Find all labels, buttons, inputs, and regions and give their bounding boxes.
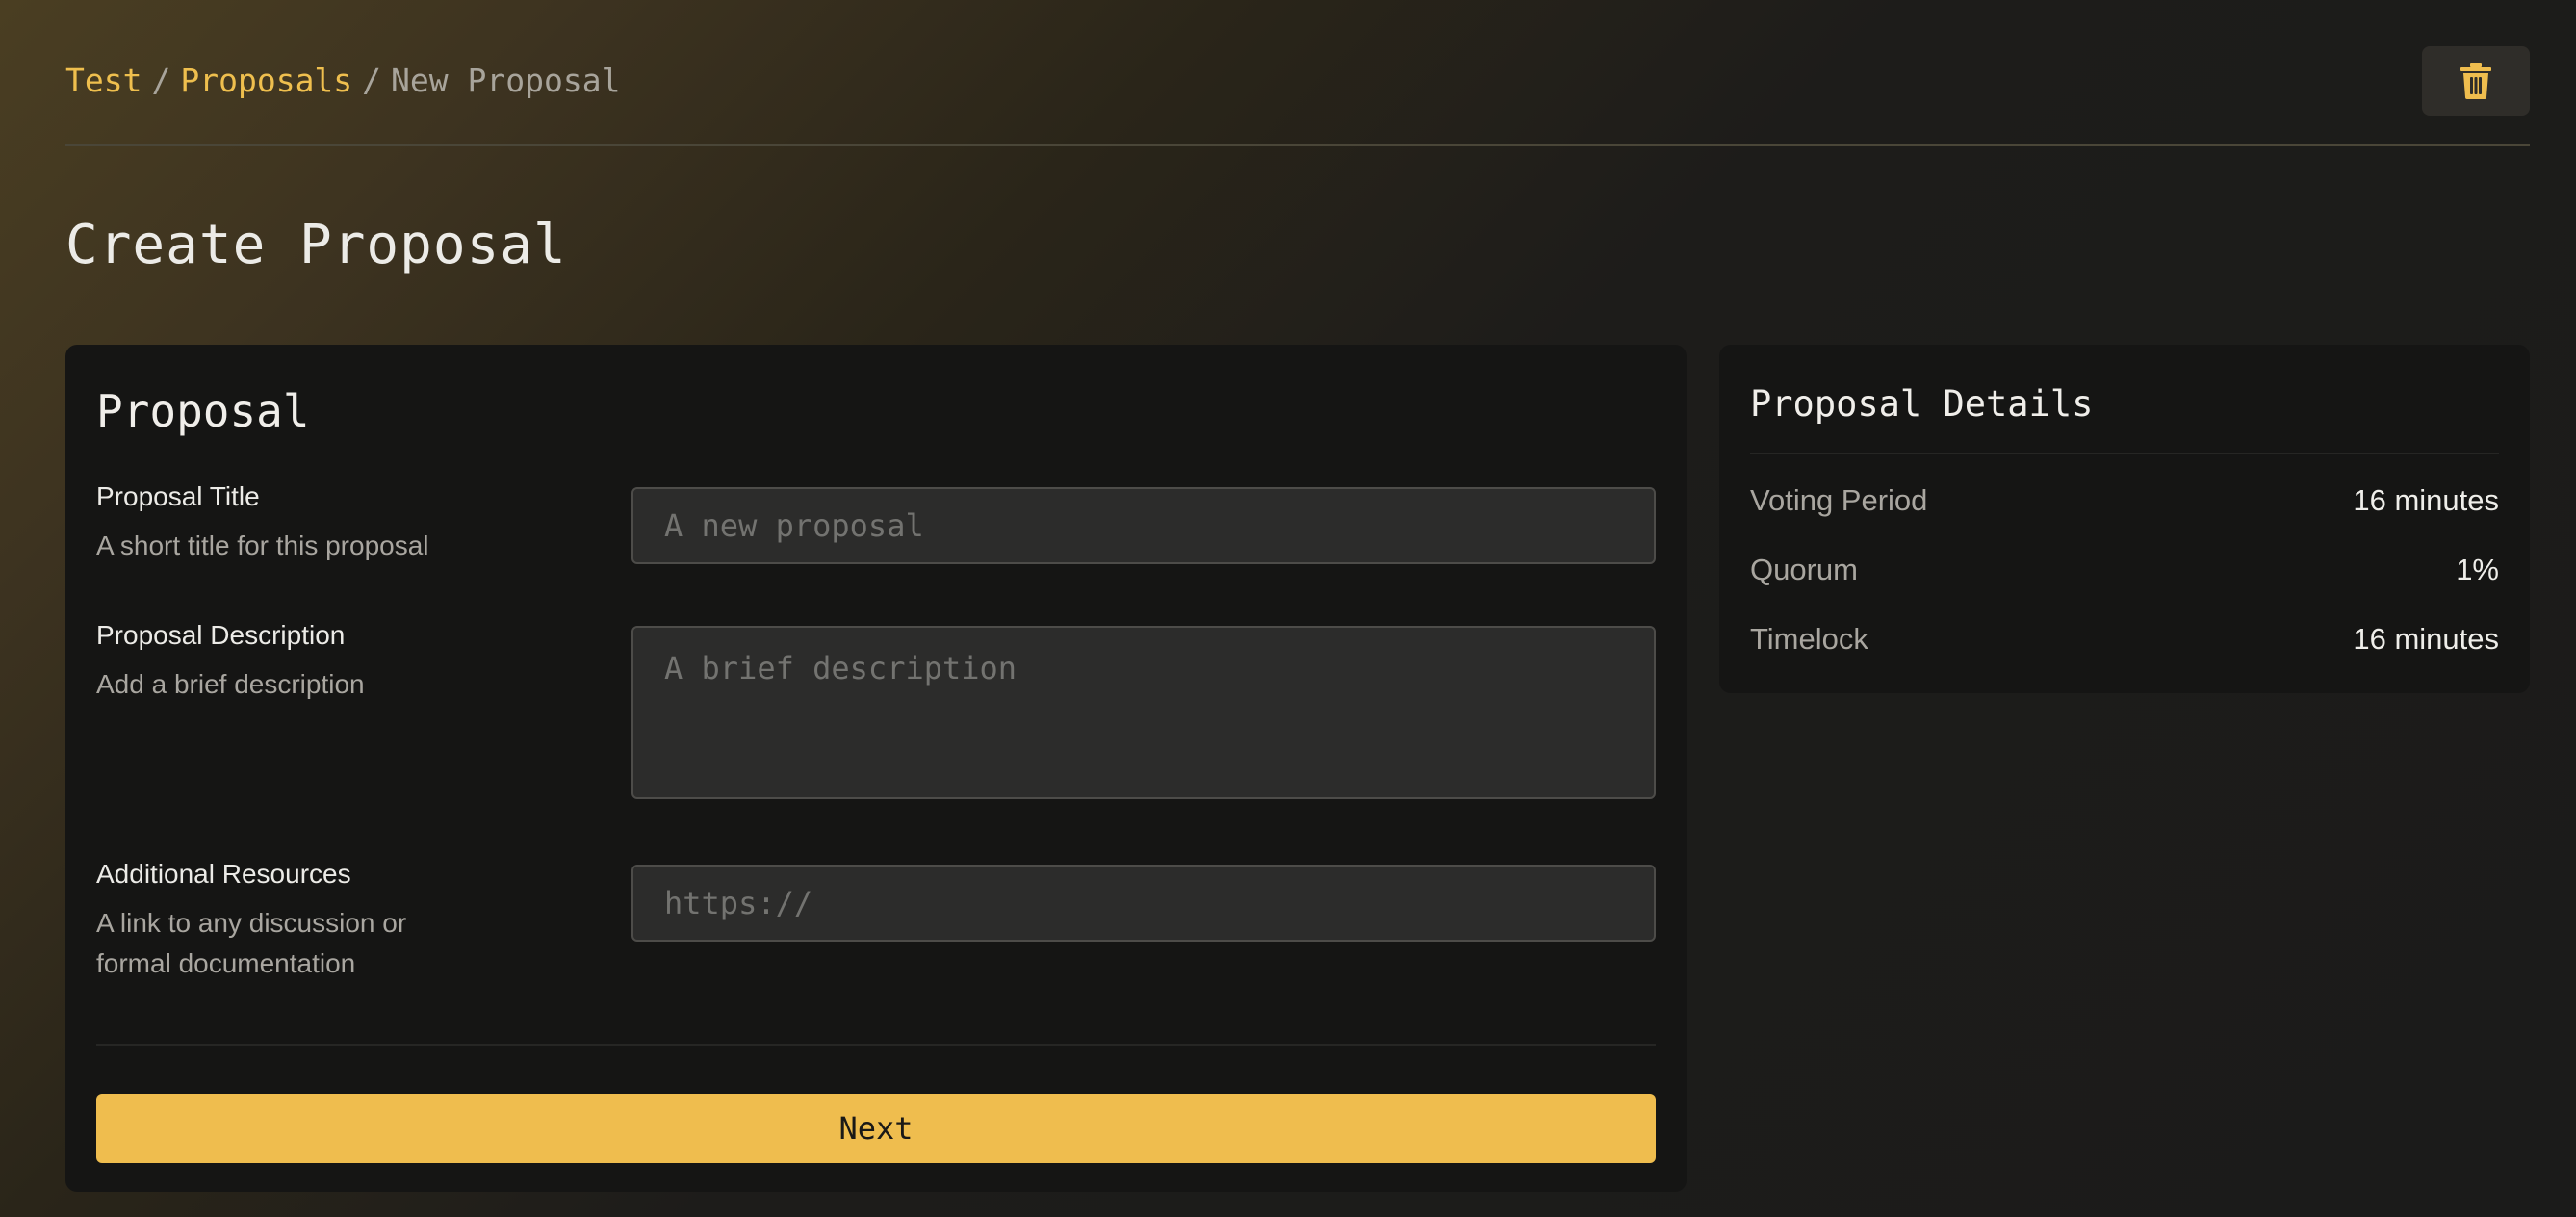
detail-row-timelock: Timelock 16 minutes (1750, 618, 2499, 660)
page-header: Test / Proposals / New Proposal (65, 0, 2530, 146)
additional-resources-input[interactable] (631, 865, 1656, 942)
detail-row-quorum: Quorum 1% (1750, 549, 2499, 591)
detail-value: 16 minutes (2353, 622, 2499, 656)
delete-draft-button[interactable] (2422, 46, 2530, 116)
breadcrumb-separator: / (151, 62, 171, 99)
details-title: Proposal Details (1750, 383, 2094, 425)
proposal-title-label: Proposal Title (96, 481, 260, 511)
proposal-title-help: A short title for this proposal (96, 531, 429, 560)
detail-value: 1% (2456, 553, 2499, 586)
form-title: Proposal (96, 385, 310, 437)
detail-key: Quorum (1750, 553, 1858, 586)
additional-resources-label: Additional Resources (96, 859, 351, 889)
proposal-description-textarea[interactable] (631, 626, 1656, 799)
page-title: Create Proposal (65, 214, 567, 276)
detail-row-voting-period: Voting Period 16 minutes (1750, 479, 2499, 522)
proposal-details-card: Proposal Details Voting Period 16 minute… (1719, 345, 2530, 693)
breadcrumb-separator: / (362, 62, 382, 99)
trash-icon (2460, 63, 2491, 99)
page-container: Test / Proposals / New Proposal Create Propo… (65, 0, 2530, 1217)
form-divider (96, 1044, 1656, 1046)
breadcrumb-item-current: New Proposal (391, 62, 621, 99)
detail-key: Timelock (1750, 622, 1868, 656)
additional-resources-help: A link to any discussion or formal docum… (96, 908, 407, 978)
breadcrumb-item-proposals[interactable]: Proposals (180, 62, 352, 99)
proposal-description-help: Add a brief description (96, 669, 365, 699)
breadcrumb-item-test[interactable]: Test (65, 62, 142, 99)
breadcrumb: Test / Proposals / New Proposal (65, 62, 620, 99)
details-divider (1750, 453, 2499, 454)
next-button[interactable]: Next (96, 1094, 1656, 1163)
proposal-title-input[interactable] (631, 487, 1656, 564)
detail-value: 16 minutes (2353, 483, 2499, 517)
detail-key: Voting Period (1750, 483, 1928, 517)
proposal-description-label: Proposal Description (96, 620, 346, 650)
proposal-form-card: Proposal Proposal Title A short title fo… (65, 345, 1687, 1192)
